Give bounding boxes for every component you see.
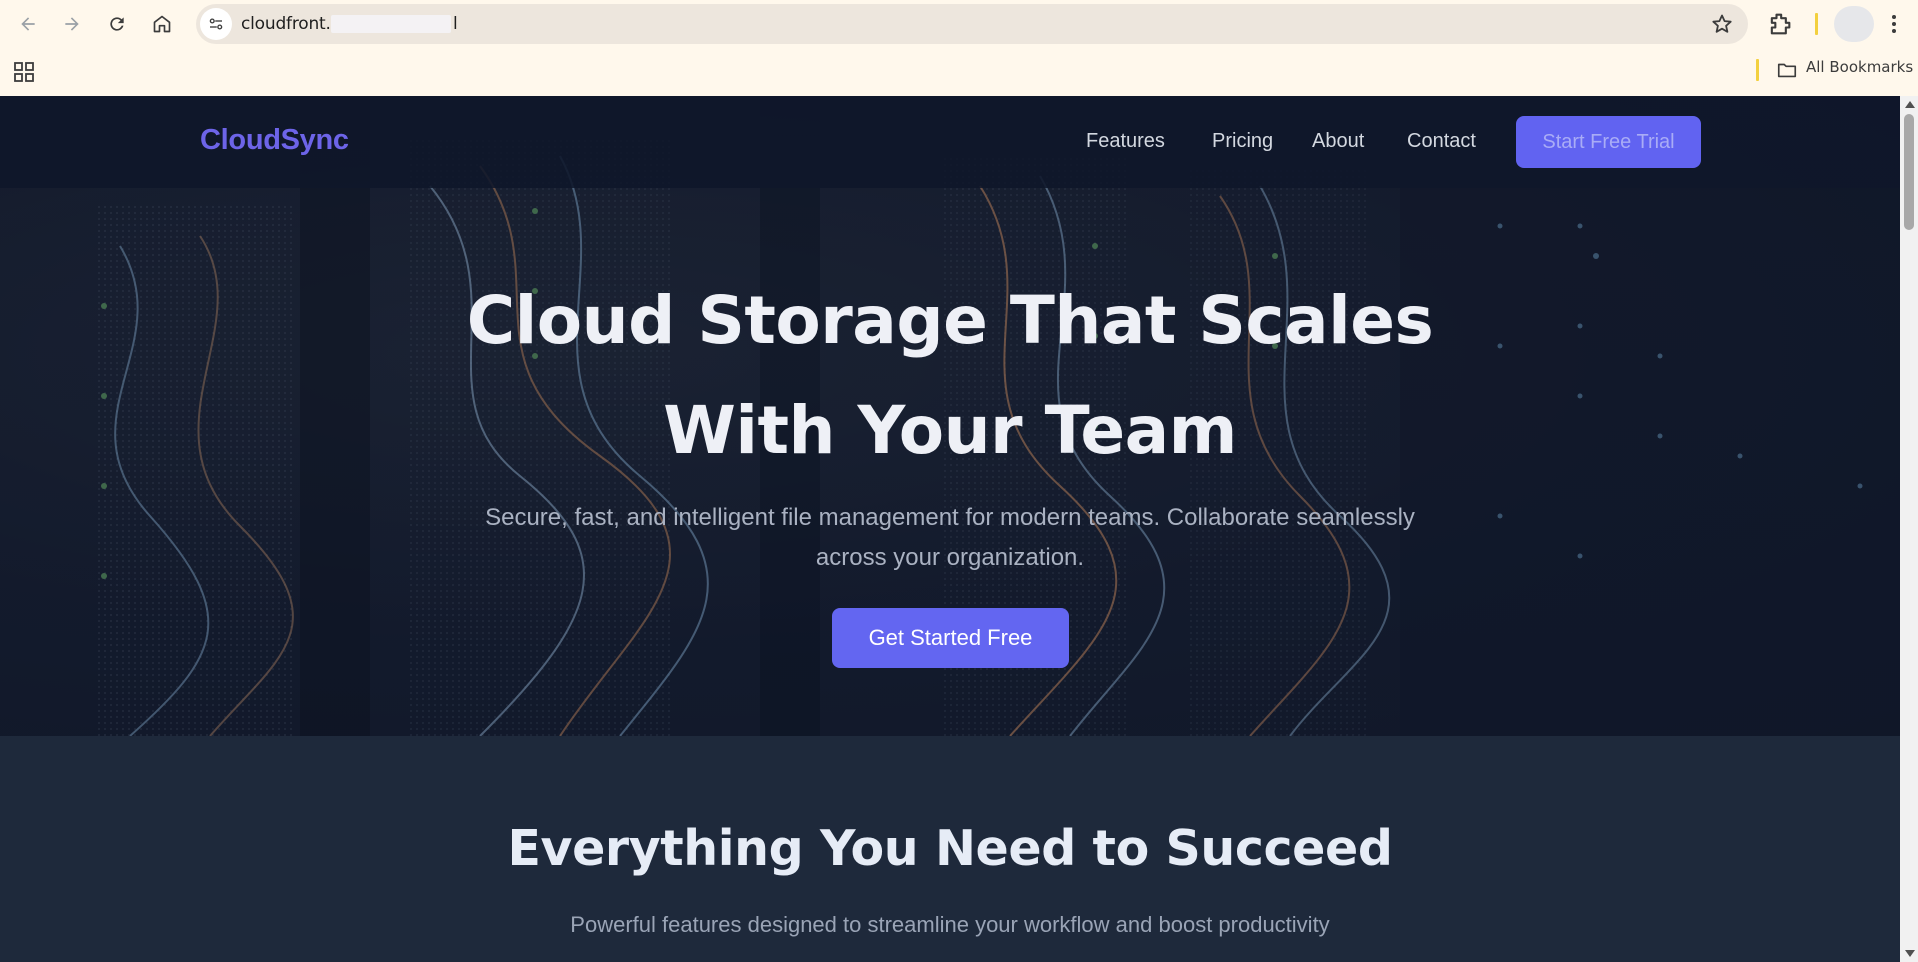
features-section: Everything You Need to Succeed Powerful … xyxy=(0,736,1900,962)
star-icon[interactable] xyxy=(1710,12,1734,36)
profile-avatar[interactable] xyxy=(1834,6,1874,42)
browser-chrome: cloudfront. l All Bookmarks xyxy=(0,0,1918,96)
hero-title-line-2: With Your Team xyxy=(663,392,1237,469)
scroll-down-arrow[interactable] xyxy=(1905,950,1915,957)
get-started-button[interactable]: Get Started Free xyxy=(832,608,1069,668)
extensions-icon[interactable] xyxy=(1766,10,1794,38)
url-tail-text: l xyxy=(453,14,458,34)
hero-section: CloudSync Features Pricing About Contact… xyxy=(0,96,1900,736)
reload-icon xyxy=(110,17,124,31)
reload-button[interactable] xyxy=(101,8,133,40)
nav-link-about[interactable]: About xyxy=(1312,130,1364,153)
forward-arrow-icon xyxy=(65,17,79,31)
features-subtitle: Powerful features designed to streamline… xyxy=(570,912,1330,937)
kebab-menu-icon[interactable] xyxy=(1884,12,1904,36)
site-navbar: CloudSync Features Pricing About Contact… xyxy=(0,96,1900,188)
forward-button[interactable] xyxy=(56,8,88,40)
scroll-up-arrow[interactable] xyxy=(1905,101,1915,108)
back-button[interactable] xyxy=(12,8,44,40)
features-title: Everything You Need to Succeed xyxy=(507,820,1393,877)
hero-subtitle: Secure, fast, and intelligent file manag… xyxy=(420,498,1480,578)
page-viewport: CloudSync Features Pricing About Contact… xyxy=(0,96,1900,962)
scroll-thumb[interactable] xyxy=(1904,114,1914,230)
hero-title-line-1: Cloud Storage That Scales xyxy=(466,282,1434,359)
apps-grid-icon[interactable] xyxy=(12,60,36,84)
site-info-icon xyxy=(209,18,223,30)
bookmarks-bar xyxy=(0,48,1918,96)
nav-link-contact[interactable]: Contact xyxy=(1407,130,1476,153)
home-button[interactable] xyxy=(146,8,178,40)
site-logo[interactable]: CloudSync xyxy=(200,124,349,157)
address-bar[interactable]: cloudfront. l xyxy=(196,4,1748,44)
folder-icon[interactable] xyxy=(1776,59,1798,81)
hero-subtitle-line-2: across your organization. xyxy=(815,544,1085,571)
hero-title: Cloud Storage That Scales With Your Team xyxy=(350,266,1550,486)
url-redaction xyxy=(331,15,451,33)
nav-link-features[interactable]: Features xyxy=(1086,130,1165,153)
page-scrollbar[interactable] xyxy=(1900,96,1918,962)
all-bookmarks-label[interactable]: All Bookmarks xyxy=(1806,58,1913,76)
url-text: cloudfront. xyxy=(241,14,331,34)
start-free-trial-button[interactable]: Start Free Trial xyxy=(1516,116,1701,168)
toolbar-separator xyxy=(1815,13,1818,35)
home-icon xyxy=(153,15,171,33)
hero-subtitle-line-1: Secure, fast, and intelligent file manag… xyxy=(485,504,1415,531)
bookmarks-separator xyxy=(1756,59,1759,81)
browser-toolbar: cloudfront. l xyxy=(0,0,1918,48)
back-arrow-icon xyxy=(21,17,35,31)
site-info-button[interactable] xyxy=(200,8,232,40)
nav-link-pricing[interactable]: Pricing xyxy=(1212,130,1273,153)
